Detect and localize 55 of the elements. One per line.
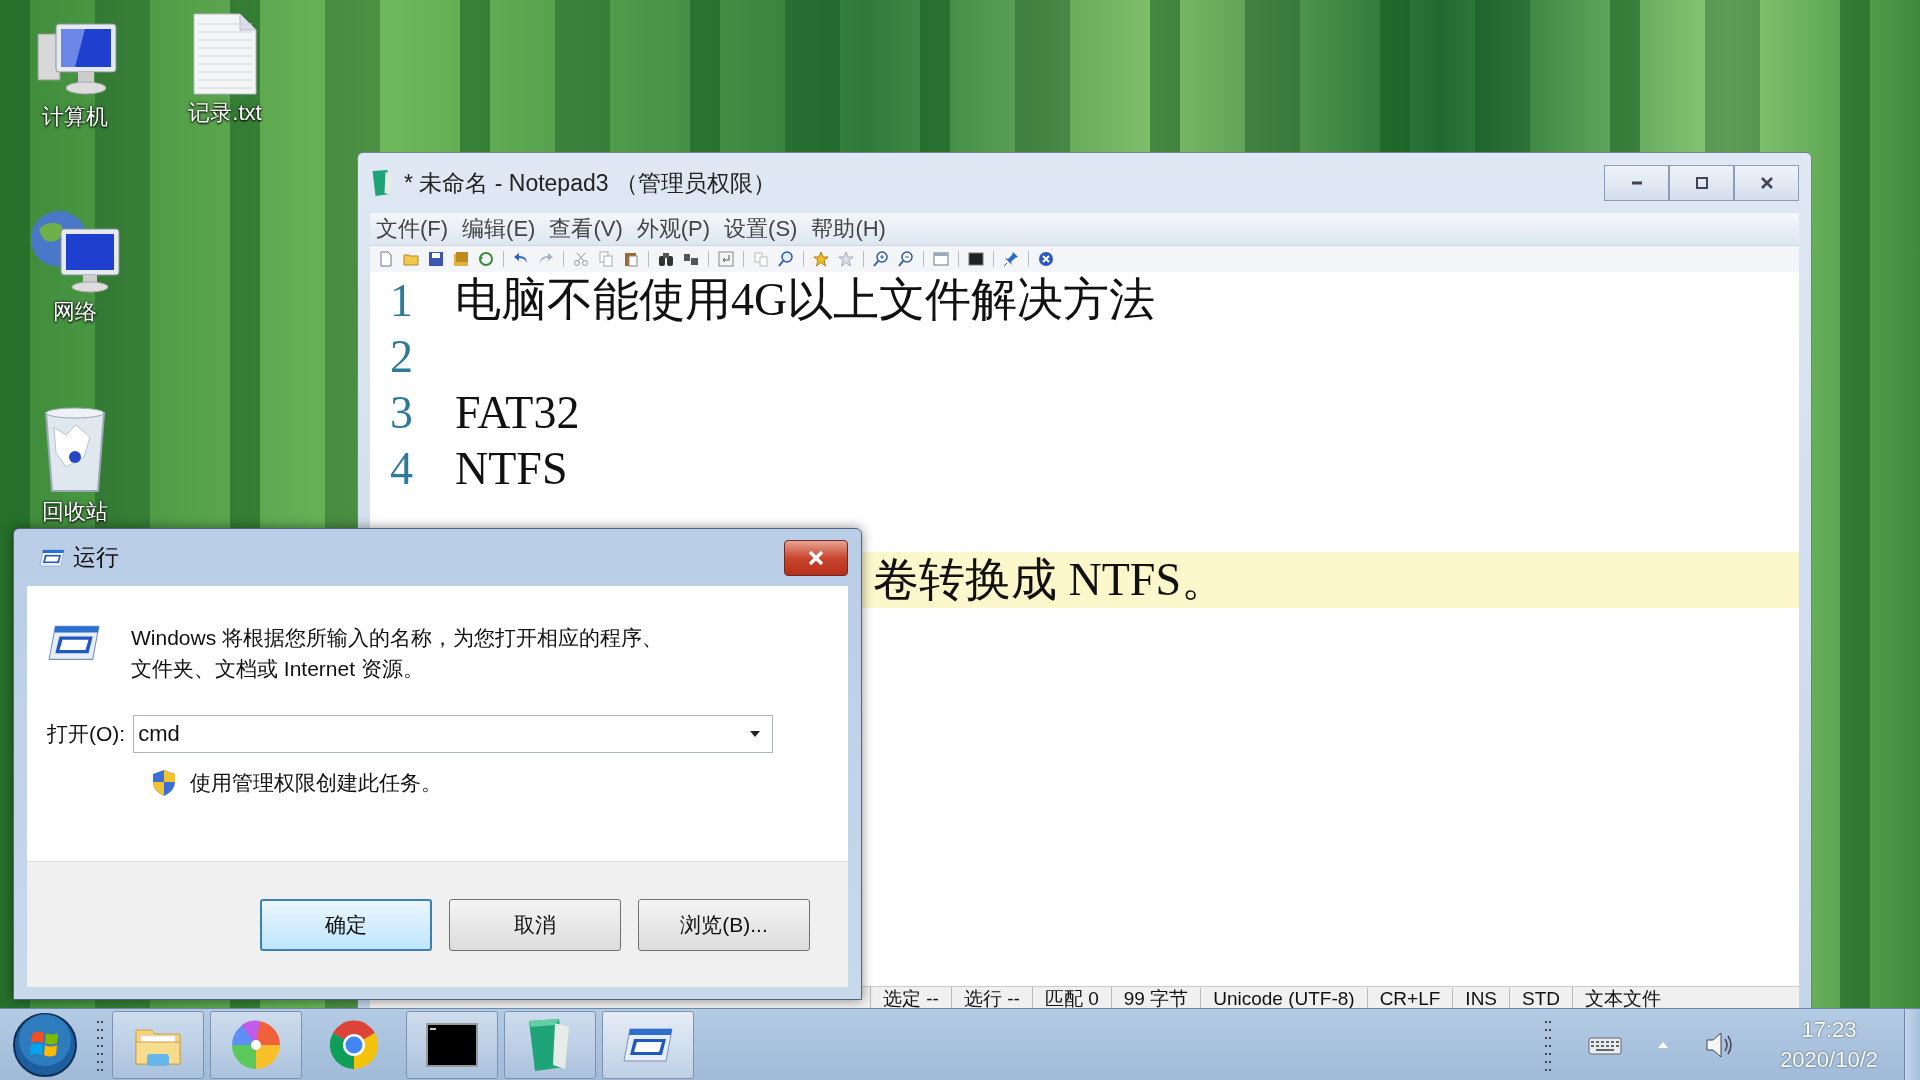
pinwheel-icon xyxy=(230,1018,282,1071)
chrome-icon xyxy=(328,1018,380,1071)
close-button[interactable] xyxy=(1734,165,1799,201)
line-number: 3 xyxy=(390,386,413,438)
keyboard-icon[interactable] xyxy=(1588,1034,1623,1055)
shield-icon xyxy=(152,769,176,797)
swap-icon[interactable] xyxy=(683,251,699,267)
menu-item[interactable]: 帮助(H) xyxy=(811,214,886,244)
desktop-icon-label[interactable]: 网络 xyxy=(53,297,97,327)
magnifier-icon[interactable] xyxy=(778,251,794,267)
menu-item[interactable]: 文件(F) xyxy=(376,214,449,244)
desktop-icon-label[interactable]: 计算机 xyxy=(42,102,108,132)
menu-item[interactable]: 外观(P) xyxy=(636,214,711,244)
close-icon xyxy=(807,548,825,567)
run-program-icon xyxy=(39,547,65,568)
clipboard-icon[interactable] xyxy=(623,251,639,267)
line-number: 1 xyxy=(390,274,413,326)
command-field[interactable]: cmd xyxy=(133,715,774,753)
dialog-button[interactable]: 取消 xyxy=(449,898,621,951)
close-icon xyxy=(1758,175,1775,191)
pin-icon[interactable] xyxy=(1003,251,1019,267)
floppy-stack-icon[interactable] xyxy=(453,251,469,267)
console-window-icon xyxy=(426,1022,478,1067)
menu-item[interactable]: 编辑(E) xyxy=(462,214,536,244)
maximize-icon xyxy=(1693,175,1710,191)
editor-text-line: 卷转换成 NTFS。 xyxy=(873,553,1227,607)
taskbar-app-button[interactable] xyxy=(602,1010,694,1079)
dialog-button[interactable]: 浏览(B)... xyxy=(638,898,810,951)
window-title: * 未命名 - Notepad3 （管理员权限） xyxy=(404,168,776,198)
menu-item[interactable]: 查看(V) xyxy=(549,214,623,244)
editor-text-line: 电脑不能使用4G以上文件解决方法 xyxy=(455,273,1156,327)
text-document-icon xyxy=(190,10,260,96)
line-number: 2 xyxy=(390,330,413,382)
page-icon[interactable] xyxy=(378,251,394,267)
show-desktop-button[interactable] xyxy=(1904,1008,1920,1080)
dialog-title: 运行 xyxy=(73,543,119,572)
taskbar-app-button[interactable] xyxy=(406,1010,498,1079)
maximize-button[interactable] xyxy=(1669,165,1734,201)
cancel-circle-icon[interactable] xyxy=(1038,251,1054,267)
zoom-out-icon[interactable] xyxy=(898,251,914,267)
binoculars-icon[interactable] xyxy=(658,251,674,267)
field-label: 打开(O): xyxy=(47,721,126,747)
editor-text-line: FAT32 xyxy=(455,385,580,439)
dialog-button[interactable]: 确定 xyxy=(260,898,432,951)
line-number: 4 xyxy=(390,442,413,494)
console-icon[interactable] xyxy=(968,251,984,267)
zoom-in-icon[interactable] xyxy=(873,251,889,267)
minimize-icon xyxy=(1630,181,1643,185)
desktop-icon-label[interactable]: 回收站 xyxy=(42,497,108,527)
star-icon[interactable] xyxy=(813,251,829,267)
run-program-icon xyxy=(622,1025,674,1064)
star-icon[interactable] xyxy=(838,251,854,267)
close-button[interactable] xyxy=(784,539,848,576)
editor-text-line: NTFS xyxy=(455,441,568,495)
menu-item[interactable]: 设置(S) xyxy=(724,214,798,244)
